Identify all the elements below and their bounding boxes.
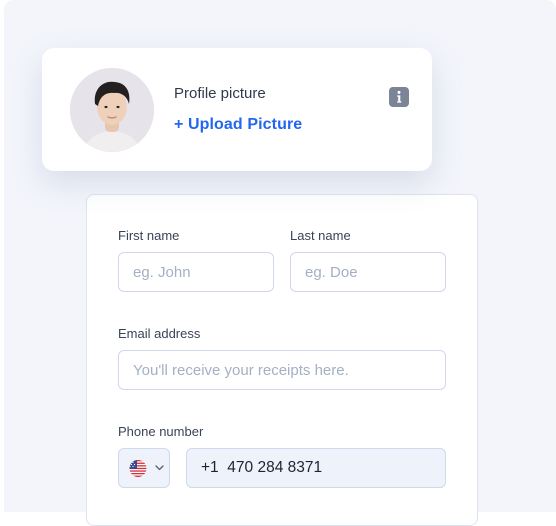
chevron-down-icon	[155, 465, 164, 471]
country-code-select[interactable]	[118, 448, 170, 488]
profile-picture-label: Profile picture	[174, 85, 266, 102]
info-icon	[397, 90, 402, 103]
signup-form: First name Last name Email address Phone…	[86, 194, 478, 526]
last-name-input[interactable]	[290, 252, 446, 292]
phone-input[interactable]	[186, 448, 446, 488]
upload-picture-link[interactable]: + Upload Picture	[174, 116, 302, 134]
last-name-label: Last name	[290, 228, 351, 243]
email-label: Email address	[118, 326, 201, 341]
us-flag-icon	[129, 460, 147, 477]
avatar	[70, 68, 154, 152]
email-input[interactable]	[118, 350, 446, 390]
profile-picture-card: Profile picture + Upload Picture	[42, 48, 432, 171]
first-name-input[interactable]	[118, 252, 274, 292]
phone-label: Phone number	[118, 424, 204, 439]
info-button[interactable]	[389, 87, 409, 107]
first-name-label: First name	[118, 228, 180, 243]
